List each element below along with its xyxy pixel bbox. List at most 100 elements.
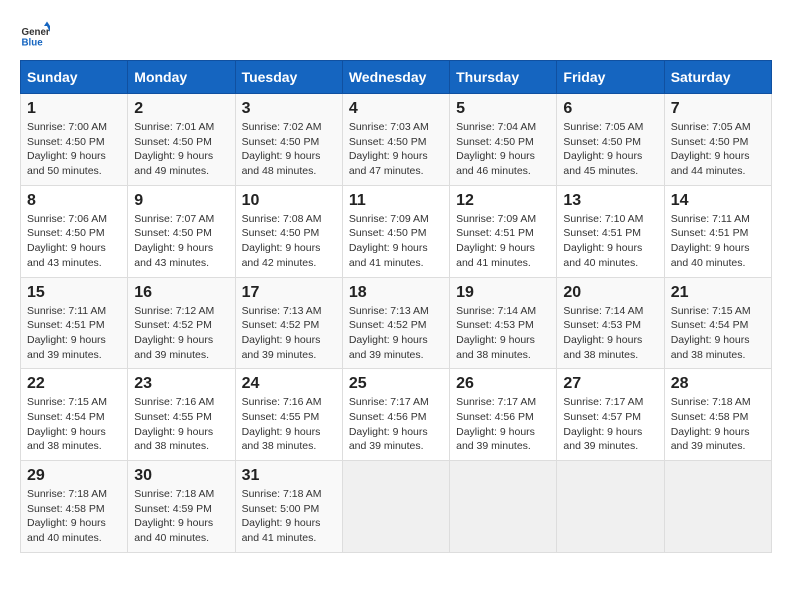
day-number: 19	[456, 284, 550, 302]
day-info: Sunrise: 7:05 AM Sunset: 4:50 PM Dayligh…	[563, 120, 657, 179]
day-info: Sunrise: 7:17 AM Sunset: 4:56 PM Dayligh…	[456, 395, 550, 454]
day-info: Sunrise: 7:02 AM Sunset: 4:50 PM Dayligh…	[242, 120, 336, 179]
week-row-3: 15 Sunrise: 7:11 AM Sunset: 4:51 PM Dayli…	[21, 277, 772, 369]
week-row-2: 8 Sunrise: 7:06 AM Sunset: 4:50 PM Daylig…	[21, 185, 772, 277]
day-header-friday: Friday	[557, 61, 664, 94]
calendar-cell: 3 Sunrise: 7:02 AM Sunset: 4:50 PM Daylig…	[235, 94, 342, 186]
day-info: Sunrise: 7:14 AM Sunset: 4:53 PM Dayligh…	[456, 304, 550, 363]
calendar-cell: 21 Sunrise: 7:15 AM Sunset: 4:54 PM Dayli…	[664, 277, 771, 369]
calendar-cell: 7 Sunrise: 7:05 AM Sunset: 4:50 PM Daylig…	[664, 94, 771, 186]
calendar-cell: 17Sunrise: 7:13 AM Sunset: 4:52 PM Dayli…	[235, 277, 342, 369]
day-info: Sunrise: 7:13 AM Sunset: 4:52 PM Dayligh…	[242, 304, 336, 363]
day-number: 29	[27, 467, 121, 485]
calendar-cell: 31 Sunrise: 7:18 AM Sunset: 5:00 PM Dayli…	[235, 461, 342, 553]
day-number: 8	[27, 192, 121, 210]
calendar-cell: 9 Sunrise: 7:07 AM Sunset: 4:50 PM Daylig…	[128, 185, 235, 277]
calendar-cell	[557, 461, 664, 553]
day-number: 4	[349, 100, 443, 118]
calendar-table: SundayMondayTuesdayWednesdayThursdayFrid…	[20, 60, 772, 553]
day-info: Sunrise: 7:17 AM Sunset: 4:57 PM Dayligh…	[563, 395, 657, 454]
logo: General Blue	[20, 20, 50, 50]
svg-text:Blue: Blue	[22, 38, 44, 49]
calendar-cell	[450, 461, 557, 553]
day-number: 11	[349, 192, 443, 210]
day-info: Sunrise: 7:17 AM Sunset: 4:56 PM Dayligh…	[349, 395, 443, 454]
day-header-wednesday: Wednesday	[342, 61, 449, 94]
calendar-cell: 18Sunrise: 7:13 AM Sunset: 4:52 PM Dayli…	[342, 277, 449, 369]
day-number: 13	[563, 192, 657, 210]
day-number: 15	[27, 284, 121, 302]
day-info: Sunrise: 7:11 AM Sunset: 4:51 PM Dayligh…	[27, 304, 121, 363]
calendar-cell: 22 Sunrise: 7:15 AM Sunset: 4:54 PM Dayli…	[21, 369, 128, 461]
day-info: Sunrise: 7:16 AM Sunset: 4:55 PM Dayligh…	[242, 395, 336, 454]
week-row-5: 29 Sunrise: 7:18 AM Sunset: 4:58 PM Dayli…	[21, 461, 772, 553]
svg-text:General: General	[22, 27, 51, 38]
day-number: 6	[563, 100, 657, 118]
calendar-cell: 20Sunrise: 7:14 AM Sunset: 4:53 PM Dayli…	[557, 277, 664, 369]
calendar-cell: 25 Sunrise: 7:17 AM Sunset: 4:56 PM Dayli…	[342, 369, 449, 461]
calendar-cell: 4 Sunrise: 7:03 AM Sunset: 4:50 PM Daylig…	[342, 94, 449, 186]
day-number: 16	[134, 284, 228, 302]
day-number: 22	[27, 375, 121, 393]
calendar-cell: 11 Sunrise: 7:09 AM Sunset: 4:50 PM Dayli…	[342, 185, 449, 277]
calendar-cell: 6 Sunrise: 7:05 AM Sunset: 4:50 PM Daylig…	[557, 94, 664, 186]
calendar-cell	[342, 461, 449, 553]
day-number: 27	[563, 375, 657, 393]
calendar-cell: 23 Sunrise: 7:16 AM Sunset: 4:55 PM Dayli…	[128, 369, 235, 461]
day-number: 25	[349, 375, 443, 393]
logo-icon: General Blue	[20, 20, 50, 50]
calendar-cell: 30Sunrise: 7:18 AM Sunset: 4:59 PM Dayli…	[128, 461, 235, 553]
day-number: 12	[456, 192, 550, 210]
day-info: Sunrise: 7:12 AM Sunset: 4:52 PM Dayligh…	[134, 304, 228, 363]
week-row-4: 22 Sunrise: 7:15 AM Sunset: 4:54 PM Dayli…	[21, 369, 772, 461]
day-number: 31	[242, 467, 336, 485]
day-header-tuesday: Tuesday	[235, 61, 342, 94]
calendar-cell: 14 Sunrise: 7:11 AM Sunset: 4:51 PM Dayli…	[664, 185, 771, 277]
calendar-cell: 5 Sunrise: 7:04 AM Sunset: 4:50 PM Daylig…	[450, 94, 557, 186]
day-info: Sunrise: 7:06 AM Sunset: 4:50 PM Dayligh…	[27, 212, 121, 271]
day-info: Sunrise: 7:18 AM Sunset: 5:00 PM Dayligh…	[242, 487, 336, 546]
day-number: 14	[671, 192, 765, 210]
day-info: Sunrise: 7:05 AM Sunset: 4:50 PM Dayligh…	[671, 120, 765, 179]
day-info: Sunrise: 7:15 AM Sunset: 4:54 PM Dayligh…	[27, 395, 121, 454]
day-header-sunday: Sunday	[21, 61, 128, 94]
calendar-header-row: SundayMondayTuesdayWednesdayThursdayFrid…	[21, 61, 772, 94]
calendar-cell: 8 Sunrise: 7:06 AM Sunset: 4:50 PM Daylig…	[21, 185, 128, 277]
calendar-cell: 15 Sunrise: 7:11 AM Sunset: 4:51 PM Dayli…	[21, 277, 128, 369]
day-number: 23	[134, 375, 228, 393]
calendar-cell: 27 Sunrise: 7:17 AM Sunset: 4:57 PM Dayli…	[557, 369, 664, 461]
calendar-cell	[664, 461, 771, 553]
day-number: 3	[242, 100, 336, 118]
day-number: 1	[27, 100, 121, 118]
calendar-cell: 28Sunrise: 7:18 AM Sunset: 4:58 PM Dayli…	[664, 369, 771, 461]
calendar-body: 1Sunrise: 7:00 AM Sunset: 4:50 PM Daylig…	[21, 94, 772, 553]
day-info: Sunrise: 7:16 AM Sunset: 4:55 PM Dayligh…	[134, 395, 228, 454]
day-info: Sunrise: 7:09 AM Sunset: 4:50 PM Dayligh…	[349, 212, 443, 271]
day-info: Sunrise: 7:07 AM Sunset: 4:50 PM Dayligh…	[134, 212, 228, 271]
day-number: 10	[242, 192, 336, 210]
day-number: 21	[671, 284, 765, 302]
day-header-saturday: Saturday	[664, 61, 771, 94]
day-info: Sunrise: 7:18 AM Sunset: 4:58 PM Dayligh…	[27, 487, 121, 546]
calendar-cell: 1Sunrise: 7:00 AM Sunset: 4:50 PM Daylig…	[21, 94, 128, 186]
day-info: Sunrise: 7:03 AM Sunset: 4:50 PM Dayligh…	[349, 120, 443, 179]
calendar-cell: 16 Sunrise: 7:12 AM Sunset: 4:52 PM Dayli…	[128, 277, 235, 369]
day-info: Sunrise: 7:04 AM Sunset: 4:50 PM Dayligh…	[456, 120, 550, 179]
calendar-cell: 12Sunrise: 7:09 AM Sunset: 4:51 PM Dayli…	[450, 185, 557, 277]
calendar-cell: 10Sunrise: 7:08 AM Sunset: 4:50 PM Dayli…	[235, 185, 342, 277]
day-number: 26	[456, 375, 550, 393]
day-info: Sunrise: 7:01 AM Sunset: 4:50 PM Dayligh…	[134, 120, 228, 179]
day-number: 20	[563, 284, 657, 302]
day-number: 5	[456, 100, 550, 118]
day-number: 18	[349, 284, 443, 302]
page-header: General Blue	[20, 20, 772, 50]
day-number: 24	[242, 375, 336, 393]
day-info: Sunrise: 7:18 AM Sunset: 4:59 PM Dayligh…	[134, 487, 228, 546]
day-info: Sunrise: 7:11 AM Sunset: 4:51 PM Dayligh…	[671, 212, 765, 271]
calendar-cell: 24 Sunrise: 7:16 AM Sunset: 4:55 PM Dayli…	[235, 369, 342, 461]
calendar-cell: 29 Sunrise: 7:18 AM Sunset: 4:58 PM Dayli…	[21, 461, 128, 553]
day-info: Sunrise: 7:15 AM Sunset: 4:54 PM Dayligh…	[671, 304, 765, 363]
day-number: 2	[134, 100, 228, 118]
day-number: 9	[134, 192, 228, 210]
day-number: 7	[671, 100, 765, 118]
